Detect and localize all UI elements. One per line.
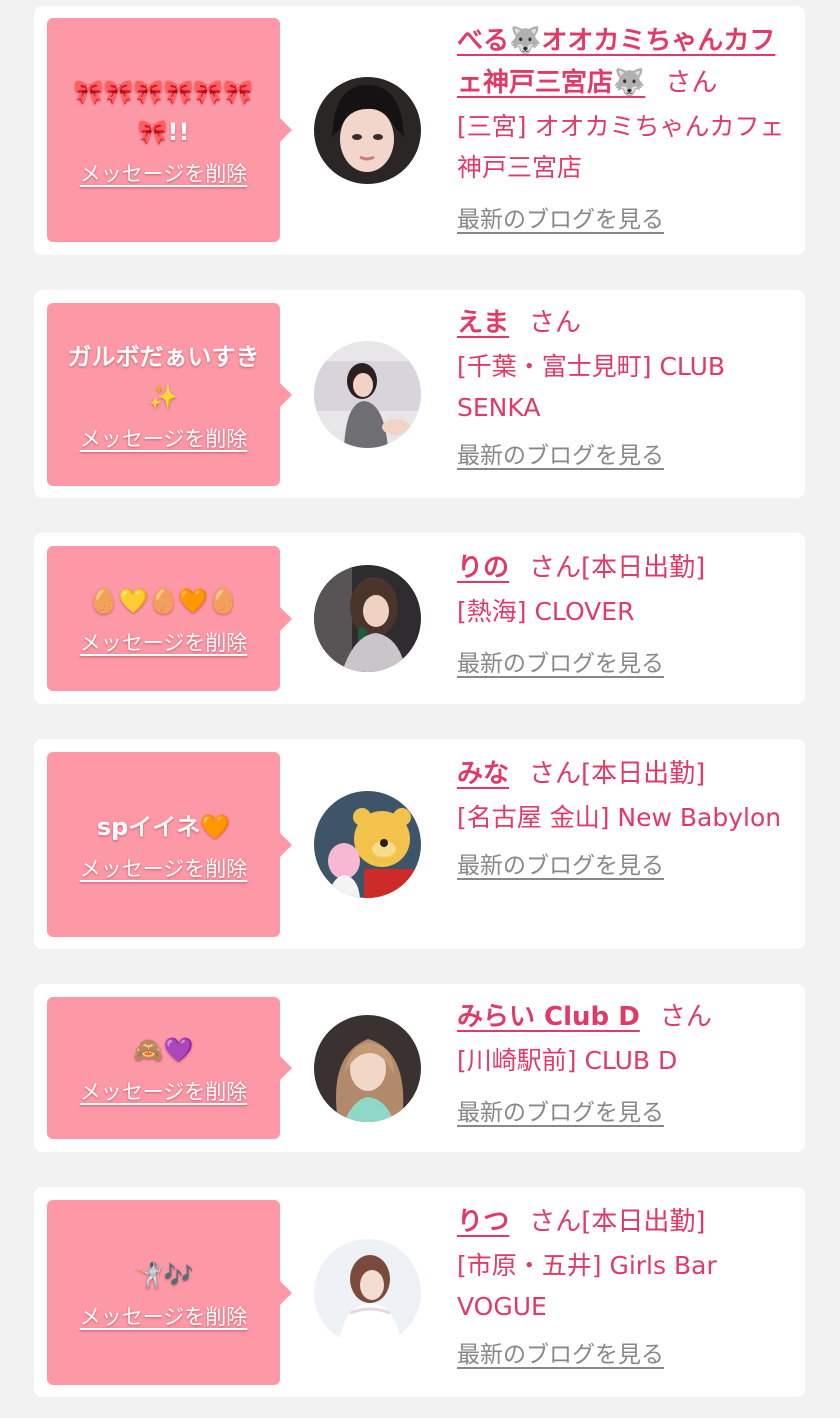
avatar[interactable] [314, 791, 421, 898]
latest-blog-link[interactable]: 最新のブログを見る [457, 436, 664, 470]
delete-message-link[interactable]: メッセージを削除 [80, 1076, 248, 1106]
message-card: 🎀🎀🎀🎀🎀🎀🎀!! メッセージを削除 べる🐺オオカミちゃんカフェ神戸三宮店🐺 さん… [34, 6, 805, 255]
message-card: 🥚💛🥚🧡🥚 メッセージを削除 りの さん[本日出勤] [熱海] CLOVER 最新… [34, 533, 805, 704]
shop-name: [三宮] オオカミちゃんカフェ神戸三宮店 [457, 112, 785, 182]
name-line: えま さん [457, 302, 797, 344]
avatar[interactable] [314, 341, 421, 448]
cast-name-link[interactable]: べる🐺オオカミちゃんカフェ神戸三宮店🐺 [457, 26, 775, 98]
delete-message-link[interactable]: メッセージを削除 [80, 853, 248, 883]
delete-message-link[interactable]: メッセージを削除 [80, 158, 248, 188]
cast-name-link[interactable]: りつ [457, 1207, 509, 1237]
message-text: ガルボだぁいすき✨ [67, 342, 260, 411]
cast-name-link[interactable]: えま [457, 308, 509, 338]
status-badge: [本日出勤] [581, 759, 706, 789]
message-bubble: ガルボだぁいすき✨ メッセージを削除 [47, 303, 292, 486]
shop-name: [千葉・富士見町] CLUB SENKA [457, 352, 726, 422]
message-bubble: 🥚💛🥚🧡🥚 メッセージを削除 [47, 546, 292, 691]
avatar[interactable] [314, 1239, 421, 1346]
message-text: spイイネ🧡 [96, 812, 231, 841]
latest-blog-link[interactable]: 最新のブログを見る [457, 200, 664, 234]
honorific: さん [529, 759, 582, 789]
honorific: さん [529, 553, 582, 583]
message-text: 🎀🎀🎀🎀🎀🎀🎀!! [73, 78, 254, 146]
honorific: さん [529, 1207, 582, 1237]
message-card: spイイネ🧡 メッセージを削除 みな さん[本日出勤] [名古屋 金山] New … [34, 739, 805, 949]
name-line: りの さん[本日出勤] [457, 547, 797, 589]
shop-name: [熱海] CLOVER [457, 597, 635, 626]
latest-blog-link[interactable]: 最新のブログを見る [457, 1335, 664, 1369]
message-bubble: 🙈💜 メッセージを削除 [47, 997, 292, 1139]
latest-blog-link[interactable]: 最新のブログを見る [457, 846, 664, 880]
avatar[interactable] [314, 565, 421, 672]
cast-info: みな さん[本日出勤] [名古屋 金山] New Babylon 最新のブログを見… [457, 753, 797, 880]
cast-info: みらい Club D さん [川崎駅前] CLUB D 最新のブログを見る [457, 996, 797, 1127]
cast-info: りの さん[本日出勤] [熱海] CLOVER 最新のブログを見る [457, 547, 797, 678]
message-text: 🥚💛🥚🧡🥚 [88, 586, 239, 615]
cast-info: べる🐺オオカミちゃんカフェ神戸三宮店🐺 さん [三宮] オオカミちゃんカフェ神戸三… [457, 20, 797, 234]
cast-info: えま さん [千葉・富士見町] CLUB SENKA 最新のブログを見る [457, 302, 797, 470]
avatar[interactable] [314, 1015, 421, 1122]
delete-message-link[interactable]: メッセージを削除 [80, 627, 248, 657]
latest-blog-link[interactable]: 最新のブログを見る [457, 644, 664, 678]
cast-name-link[interactable]: みらい Club D [457, 1002, 640, 1032]
message-card: 🤺🎶 メッセージを削除 りつ さん[本日出勤] [市原・五井] Girls Bar… [34, 1187, 805, 1397]
honorific: さん [665, 68, 718, 98]
shop-name: [名古屋 金山] New Babylon [457, 803, 782, 832]
cast-name-link[interactable]: みな [457, 759, 509, 789]
name-line: べる🐺オオカミちゃんカフェ神戸三宮店🐺 さん [457, 20, 797, 104]
message-text: 🤺🎶 [133, 1260, 194, 1289]
name-line: みらい Club D さん [457, 996, 797, 1038]
message-text: 🙈💜 [133, 1036, 194, 1064]
name-line: みな さん[本日出勤] [457, 753, 797, 795]
status-badge: [本日出勤] [581, 553, 706, 583]
status-badge: [本日出勤] [581, 1207, 706, 1237]
honorific: さん [529, 308, 582, 338]
message-bubble: 🤺🎶 メッセージを削除 [47, 1200, 292, 1385]
delete-message-link[interactable]: メッセージを削除 [80, 1301, 248, 1331]
message-bubble: spイイネ🧡 メッセージを削除 [47, 752, 292, 937]
shop-name: [市原・五井] Girls Bar VOGUE [457, 1251, 717, 1321]
delete-message-link[interactable]: メッセージを削除 [80, 423, 248, 453]
cast-name-link[interactable]: りの [457, 553, 509, 583]
message-card: ガルボだぁいすき✨ メッセージを削除 えま さん [千葉・富士見町] CLUB S… [34, 290, 805, 498]
honorific: さん [659, 1002, 712, 1032]
cast-info: りつ さん[本日出勤] [市原・五井] Girls Bar VOGUE 最新のブロ… [457, 1201, 797, 1369]
latest-blog-link[interactable]: 最新のブログを見る [457, 1093, 664, 1127]
avatar[interactable] [314, 77, 421, 184]
shop-name: [川崎駅前] CLUB D [457, 1046, 678, 1075]
message-bubble: 🎀🎀🎀🎀🎀🎀🎀!! メッセージを削除 [47, 18, 292, 242]
name-line: りつ さん[本日出勤] [457, 1201, 797, 1243]
message-card: 🙈💜 メッセージを削除 みらい Club D さん [川崎駅前] CLUB D 最… [34, 984, 805, 1152]
